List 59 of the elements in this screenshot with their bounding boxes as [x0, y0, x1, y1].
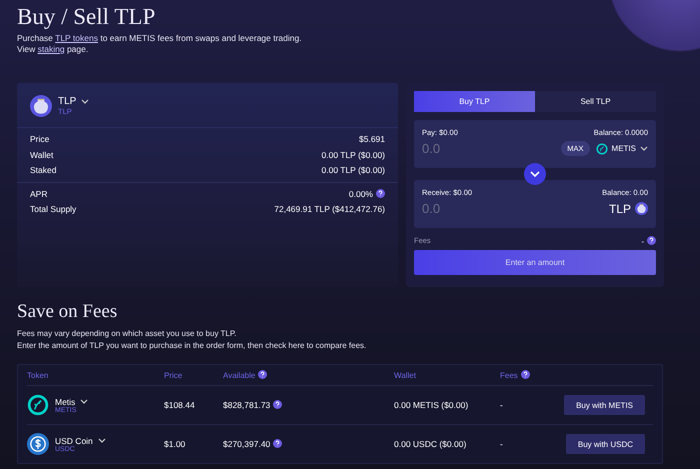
description-text: Purchase TLP tokens to earn METIS fees from swaps and leverage trading. [17, 33, 303, 44]
stat-label: Wallet [30, 148, 54, 162]
column-header: Fees [500, 371, 518, 380]
stat-value: 72,469.91 TLP ($412,472.76) [274, 204, 385, 214]
chevron-down-icon[interactable] [98, 438, 106, 443]
vase-icon [30, 95, 52, 117]
column-header: Available [223, 371, 256, 380]
help-icon[interactable] [647, 236, 656, 245]
description-text: Fees may vary depending on which asset you use to buy TLP. [17, 328, 238, 340]
leaf-icon [27, 394, 49, 416]
description-text: Enter the amount of TLP you want to purchase in the order form, then check here to compare fees. [17, 340, 368, 352]
wallet-cell-text: 0.00 METIS ($0.00) [394, 400, 470, 410]
column-header: Token [27, 370, 48, 380]
section-title: Save on Fees [17, 301, 118, 323]
link[interactable]: TLP tokens [55, 33, 98, 43]
available-cell: $270,397.40 [223, 439, 270, 449]
buy-button[interactable]: Buy with METIS [564, 395, 645, 415]
token-name: TLP [608, 202, 631, 216]
token-symbol: TLP [58, 96, 76, 107]
available-cell: $828,781.73 [223, 400, 270, 410]
stat-value: 0.00 TLP ($0.00) [322, 165, 385, 175]
stat-value: 0.00% [348, 188, 373, 198]
fees-cell-text: - [500, 400, 504, 410]
description-text: View staking page. [17, 44, 90, 55]
help-icon[interactable] [376, 188, 385, 198]
submit-button[interactable]: Enter an amount [414, 250, 656, 275]
token-name: USD Coin [55, 436, 93, 446]
stat-label: Price [30, 133, 50, 146]
stat-value: $5.691 [359, 134, 385, 144]
wallet-cell-text: 0.00 USDC ($0.00) [394, 439, 468, 449]
chevron-down-icon[interactable] [80, 399, 88, 404]
amount-input[interactable]: 0.0 [422, 141, 556, 156]
vase-icon [635, 202, 648, 215]
tab[interactable]: Buy TLP [414, 91, 535, 112]
page-title: Buy / Sell TLP [17, 4, 156, 30]
link[interactable]: staking [38, 44, 65, 54]
dollar-coin-icon [27, 433, 49, 455]
stat-label: Total Supply [30, 203, 76, 216]
column-header: Price [164, 370, 182, 380]
help-icon[interactable] [273, 400, 282, 409]
tab[interactable]: Sell TLP [535, 91, 656, 112]
help-icon[interactable] [258, 370, 268, 379]
chevron-down-icon[interactable] [81, 99, 90, 104]
stat-label: Staked [30, 164, 56, 177]
token-name[interactable]: METIS [612, 144, 636, 153]
buy-button[interactable]: Buy with USDC [566, 434, 645, 454]
leaf-icon [596, 142, 608, 154]
chevron-down-icon[interactable] [640, 146, 648, 151]
chevron-down-icon [530, 171, 540, 177]
stat-label: APR [30, 188, 48, 200]
stat-value: 0.00 TLP ($0.00) [322, 150, 385, 160]
column-header: Wallet [394, 370, 416, 380]
help-icon[interactable] [273, 439, 282, 448]
price-cell-text: $1.00 [164, 439, 186, 449]
amount-input[interactable]: 0.0 [422, 201, 603, 216]
token-name: Metis [55, 396, 76, 406]
fees-cell-text: - [500, 439, 504, 449]
help-icon[interactable] [520, 370, 530, 379]
price-cell-text: $108.44 [164, 400, 196, 410]
